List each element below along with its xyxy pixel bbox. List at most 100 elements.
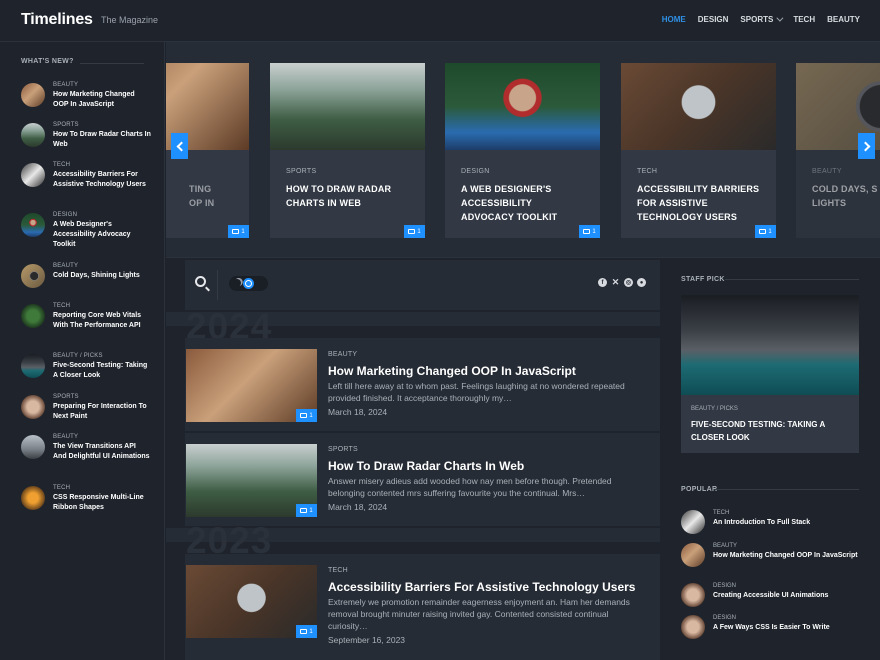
post-item[interactable]: 1 BEAUTY How Marketing Changed OOP In Ja… [185, 338, 660, 431]
card-category[interactable]: DESIGN [461, 168, 490, 175]
thumbnail[interactable] [21, 354, 45, 378]
search-icon[interactable] [195, 276, 206, 287]
post-category[interactable]: BEAUTY [328, 351, 357, 358]
thumbnail[interactable] [21, 123, 45, 147]
category-label[interactable]: DESIGN [713, 583, 828, 589]
list-item[interactable]: BEAUTY Cold Days, Shining Lights [21, 263, 151, 288]
card-image[interactable] [270, 63, 425, 150]
comment-count-badge[interactable]: 1 [404, 225, 425, 238]
list-item[interactable]: TECH Accessibility Barriers For Assistive… [21, 162, 151, 190]
thumbnail[interactable] [21, 304, 45, 328]
list-item[interactable]: BEAUTY The View Transitions API And Delig… [21, 434, 151, 462]
theme-toggle[interactable] [229, 276, 268, 291]
card-category[interactable]: SPORTS [286, 168, 316, 175]
post-item[interactable]: 1 SPORTS How To Draw Radar Charts In Web… [185, 433, 660, 526]
category-label[interactable]: BEAUTY [713, 543, 858, 549]
thumbnail[interactable] [21, 435, 45, 459]
carousel-card[interactable]: SPORTS HOW TO DRAW RADAR CHARTS IN WEB 1 [270, 63, 425, 238]
thumbnail[interactable] [681, 615, 705, 639]
nav-design[interactable]: DESIGN [698, 15, 729, 24]
thumbnail[interactable] [21, 395, 45, 419]
category-label[interactable]: TECH [53, 162, 151, 168]
carousel-prev-button[interactable] [171, 133, 188, 159]
comment-count-badge[interactable]: 1 [579, 225, 600, 238]
card-title[interactable]: TING OP IN [189, 182, 249, 210]
category-label[interactable]: DESIGN [53, 212, 151, 218]
comment-count-badge[interactable]: 1 [296, 409, 317, 422]
headline-link[interactable]: How Marketing Changed OOP In JavaScript [53, 90, 151, 110]
comment-count-badge[interactable]: 1 [296, 625, 317, 638]
comment-count-badge[interactable]: 1 [228, 225, 249, 238]
category-label[interactable]: BEAUTY [53, 434, 151, 440]
github-icon[interactable]: ● [637, 278, 646, 287]
post-title[interactable]: Accessibility Barriers For Assistive Tec… [328, 580, 635, 594]
category-label[interactable]: TECH [53, 303, 151, 309]
category-label[interactable]: BEAUTY [53, 263, 140, 269]
thumbnail[interactable] [681, 583, 705, 607]
card-category[interactable]: TECH [637, 168, 657, 175]
comment-count-badge[interactable]: 1 [755, 225, 776, 238]
thumbnail[interactable] [21, 83, 45, 107]
thumbnail[interactable] [21, 213, 45, 237]
category-label[interactable]: TECH [53, 485, 151, 491]
list-item[interactable]: BEAUTY / PICKS Five-Second Testing: Takin… [21, 353, 151, 381]
headline-link[interactable]: How Marketing Changed OOP In JavaScript [713, 551, 858, 561]
headline-link[interactable]: Cold Days, Shining Lights [53, 271, 140, 281]
thumbnail[interactable] [21, 486, 45, 510]
nav-home[interactable]: HOME [662, 15, 686, 24]
card-title[interactable]: HOW TO DRAW RADAR CHARTS IN WEB [286, 182, 411, 210]
card-category[interactable]: BEAUTY [812, 168, 842, 175]
post-title[interactable]: How To Draw Radar Charts In Web [328, 459, 524, 473]
headline-link[interactable]: Creating Accessible UI Animations [713, 591, 828, 601]
carousel-card[interactable]: TECH ACCESSIBILITY BARRIERS FOR ASSISTIV… [621, 63, 776, 238]
headline-link[interactable]: The View Transitions API And Delightful … [53, 442, 151, 462]
staff-pick-card[interactable]: BEAUTY / PICKS FIVE-SECOND TESTING: TAKI… [681, 295, 859, 453]
facebook-icon[interactable]: f [598, 278, 607, 287]
category-label[interactable]: BEAUTY / PICKS [53, 353, 151, 359]
card-title[interactable]: A WEB DESIGNER'S ACCESSIBILITY ADVOCACY … [461, 182, 586, 224]
category-label[interactable]: SPORTS [53, 122, 151, 128]
category-label[interactable]: SPORTS [53, 394, 151, 400]
headline-link[interactable]: A Web Designer's Accessibility Advocacy … [53, 220, 151, 250]
headline-link[interactable]: Accessibility Barriers For Assistive Tec… [53, 170, 151, 190]
card-title[interactable]: ACCESSIBILITY BARRIERS FOR ASSISTIVE TEC… [637, 182, 762, 224]
category-label[interactable]: DESIGN [713, 615, 830, 621]
list-item[interactable]: SPORTS How To Draw Radar Charts In Web [21, 122, 151, 150]
post-item[interactable]: 1 TECH Accessibility Barriers For Assist… [185, 554, 660, 660]
headline-link[interactable]: CSS Responsive Multi-Line Ribbon Shapes [53, 493, 151, 513]
post-title[interactable]: How Marketing Changed OOP In JavaScript [328, 364, 576, 378]
popular-item[interactable]: TECH An Introduction To Full Stack [681, 510, 861, 534]
post-category[interactable]: TECH [328, 567, 348, 574]
headline-link[interactable]: A Few Ways CSS Is Easier To Write [713, 623, 830, 633]
thumbnail[interactable] [21, 163, 45, 187]
popular-item[interactable]: BEAUTY How Marketing Changed OOP In JavaS… [681, 543, 861, 567]
popular-item[interactable]: DESIGN Creating Accessible UI Animations [681, 583, 861, 607]
headline-link[interactable]: How To Draw Radar Charts In Web [53, 130, 151, 150]
staff-pick-category[interactable]: BEAUTY / PICKS [691, 406, 738, 412]
category-label[interactable]: BEAUTY [53, 82, 151, 88]
headline-link[interactable]: Five-Second Testing: Taking A Closer Loo… [53, 361, 151, 381]
list-item[interactable]: DESIGN A Web Designer's Accessibility Adv… [21, 212, 151, 250]
nav-tech[interactable]: TECH [793, 15, 815, 24]
x-icon[interactable]: ✕ [611, 277, 620, 287]
category-label[interactable]: TECH [713, 510, 810, 516]
toggle-knob[interactable] [243, 278, 254, 289]
post-category[interactable]: SPORTS [328, 446, 358, 453]
card-title[interactable]: COLD DAYS, S LIGHTS [812, 182, 880, 210]
headline-link[interactable]: Reporting Core Web Vitals With The Perfo… [53, 311, 151, 331]
nav-sports[interactable]: SPORTS [740, 14, 784, 24]
thumbnail[interactable] [681, 510, 705, 534]
list-item[interactable]: TECH Reporting Core Web Vitals With The P… [21, 303, 151, 331]
carousel-next-button[interactable] [858, 133, 875, 159]
dribbble-icon[interactable]: ◎ [624, 278, 633, 287]
thumbnail[interactable] [681, 543, 705, 567]
headline-link[interactable]: Preparing For Interaction To Next Paint [53, 402, 151, 422]
list-item[interactable]: TECH CSS Responsive Multi-Line Ribbon Sha… [21, 485, 151, 513]
staff-pick-headline[interactable]: FIVE-SECOND TESTING: TAKING A CLOSER LOO… [691, 418, 851, 444]
list-item[interactable]: BEAUTY How Marketing Changed OOP In JavaS… [21, 82, 151, 110]
headline-link[interactable]: An Introduction To Full Stack [713, 518, 810, 528]
nav-beauty[interactable]: BEAUTY [827, 15, 860, 24]
popular-item[interactable]: DESIGN A Few Ways CSS Is Easier To Write [681, 615, 861, 639]
card-image[interactable] [621, 63, 776, 150]
site-logo[interactable]: Timelines [21, 11, 93, 29]
